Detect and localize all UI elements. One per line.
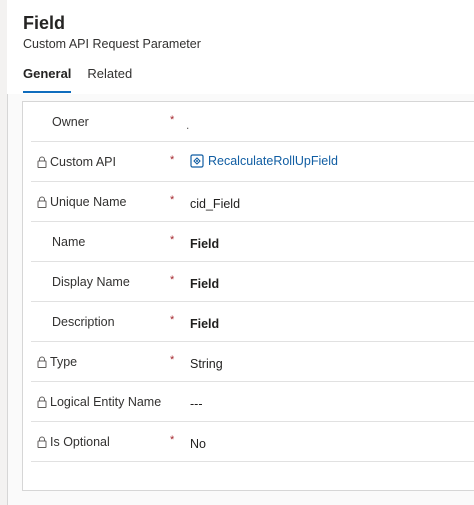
field-row-unique-name: Unique Name * cid_Field: [23, 182, 474, 222]
entity-subtitle: Custom API Request Parameter: [23, 37, 201, 51]
field-label-text: Type: [50, 355, 78, 369]
owner-value[interactable]: .: [186, 118, 189, 132]
required-indicator: *: [170, 194, 175, 206]
form-header: Field Custom API Request Parameter Gener…: [7, 0, 474, 94]
window: Field Custom API Request Parameter Gener…: [0, 0, 474, 505]
row-divider: [31, 461, 474, 462]
display-name-value[interactable]: Field: [190, 277, 219, 291]
field-label-text: Owner: [52, 115, 89, 129]
general-section-card: Owner * . Custom API * RecalculateRollUp…: [22, 101, 474, 491]
field-label-text: Logical Entity Name: [50, 395, 162, 409]
field-label-text: Name: [52, 235, 86, 249]
field-label-text: Custom API: [50, 155, 116, 169]
required-indicator: *: [170, 314, 175, 326]
field-label-description: Description: [37, 315, 115, 329]
description-value[interactable]: Field: [190, 317, 219, 331]
required-indicator: *: [170, 434, 175, 446]
field-label-custom-api: Custom API: [37, 155, 116, 169]
field-label-is-optional: Is Optional: [37, 435, 110, 449]
lock-icon: [37, 396, 47, 408]
lock-icon: [37, 156, 47, 168]
required-indicator: *: [170, 234, 175, 246]
type-value: String: [190, 357, 223, 371]
field-label-logical-entity-name: Logical Entity Name: [37, 395, 161, 409]
field-row-custom-api: Custom API * RecalculateRollUpField: [23, 142, 474, 182]
field-row-name: Name * Field: [23, 222, 474, 262]
name-value[interactable]: Field: [190, 237, 219, 251]
required-indicator: *: [170, 354, 175, 366]
field-label-owner: Owner: [37, 115, 89, 129]
lock-icon: [37, 436, 47, 448]
field-label-text: Unique Name: [50, 195, 127, 209]
field-row-logical-entity-name: Logical Entity Name ---: [23, 382, 474, 422]
field-label-text: Description: [52, 315, 115, 329]
field-label-unique-name: Unique Name: [37, 195, 126, 209]
lock-icon: [37, 196, 47, 208]
page-title: Field: [23, 13, 66, 33]
lookup-value-text: RecalculateRollUpField: [208, 154, 338, 168]
field-label-type: Type: [37, 355, 77, 369]
field-row-display-name: Display Name * Field: [23, 262, 474, 302]
tab-bar: General Related: [23, 66, 132, 93]
lock-icon: [37, 356, 47, 368]
field-row-type: Type * String: [23, 342, 474, 382]
field-label-text: Is Optional: [50, 435, 110, 449]
field-label-text: Display Name: [52, 275, 130, 289]
tab-related[interactable]: Related: [87, 66, 132, 92]
required-indicator: *: [170, 154, 175, 166]
field-row-is-optional: Is Optional * No: [23, 422, 474, 462]
unique-name-value: cid_Field: [190, 197, 241, 211]
field-row-owner: Owner * .: [23, 102, 474, 142]
field-label-display-name: Display Name: [37, 275, 130, 289]
required-indicator: *: [170, 114, 175, 126]
entity-record-icon: [190, 154, 204, 168]
custom-api-lookup-link[interactable]: RecalculateRollUpField: [190, 154, 338, 168]
field-row-description: Description * Field: [23, 302, 474, 342]
field-label-name: Name: [37, 235, 85, 249]
logical-entity-name-value: ---: [190, 397, 203, 411]
tab-general[interactable]: General: [23, 66, 72, 93]
is-optional-value: No: [190, 437, 206, 451]
required-indicator: *: [170, 274, 175, 286]
